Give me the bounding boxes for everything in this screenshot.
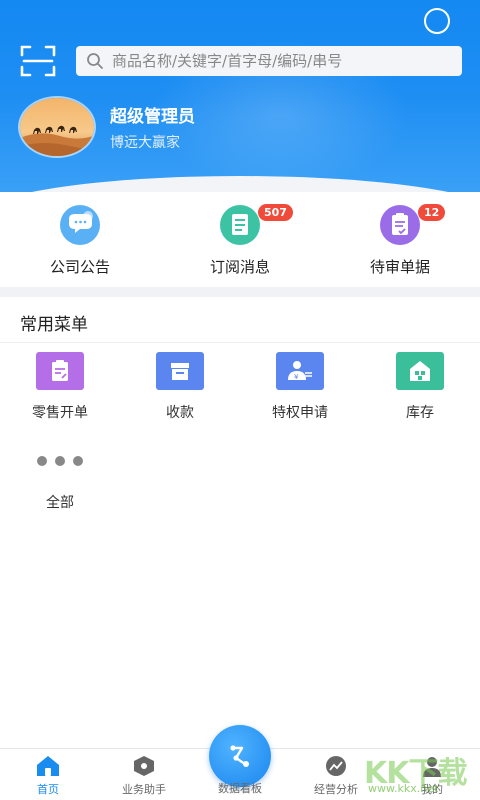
quick-item-messages[interactable]: 507 订阅消息	[170, 194, 310, 286]
nav-label-home: 首页	[37, 783, 59, 796]
quick-actions: 公司公告 507 订阅消息 12 待审单据	[0, 194, 480, 286]
nav-label-data-dashboard: 数据看板	[218, 782, 262, 795]
nav-home[interactable]: 首页	[8, 755, 88, 797]
menu-item-inventory[interactable]: 库存	[360, 352, 480, 422]
dashboard-nodes-icon	[230, 745, 249, 767]
search-input[interactable]	[112, 52, 462, 70]
quick-item-announcements[interactable]: 公司公告	[10, 194, 150, 286]
nav-label-business-analysis: 经营分析	[314, 783, 358, 796]
more-dots-icon	[37, 442, 83, 480]
svg-text:¥: ¥	[294, 373, 299, 381]
header-banner	[0, 0, 480, 192]
avatar[interactable]	[18, 96, 96, 158]
pending-count-badge: 12	[418, 204, 446, 221]
analysis-chart-icon	[326, 756, 346, 776]
quick-label-announcements: 公司公告	[49, 258, 110, 276]
quick-label-messages: 订阅消息	[209, 258, 270, 276]
nav-label-mine: 我的	[421, 783, 443, 796]
menu-item-privilege[interactable]: ¥ 特权申请	[240, 352, 360, 422]
status-circle-icon[interactable]	[424, 8, 450, 34]
nav-label-business-assistant: 业务助手	[122, 783, 166, 796]
messages-count-badge: 507	[258, 204, 293, 221]
menu-item-retail-order[interactable]: 零售开单	[0, 352, 120, 422]
home-icon	[37, 756, 59, 776]
menu-item-all[interactable]: 全部	[0, 442, 120, 512]
nav-business-assistant[interactable]: 业务助手	[104, 755, 184, 797]
quick-label-pending: 待审单据	[369, 258, 430, 276]
inventory-icon	[396, 352, 444, 390]
section-divider	[0, 287, 480, 297]
menu-label-retail-order: 零售开单	[32, 405, 88, 421]
scan-icon[interactable]	[20, 45, 56, 77]
privilege-user-icon: ¥	[276, 352, 324, 390]
nav-data-dashboard[interactable]	[209, 725, 271, 787]
tag-icon	[134, 756, 154, 776]
nav-mine[interactable]: 我的	[392, 755, 472, 797]
section-title: 常用菜单	[20, 315, 88, 335]
section-title-divider	[0, 342, 480, 343]
retail-order-icon	[36, 352, 84, 390]
user-name: 超级管理员	[110, 107, 195, 127]
user-icon	[423, 757, 441, 777]
search-bar[interactable]	[76, 46, 462, 76]
company-name: 博远大赢家	[110, 135, 180, 151]
chat-bubble-icon	[54, 204, 106, 246]
nav-business-analysis[interactable]: 经营分析	[296, 755, 376, 797]
menu-label-inventory: 库存	[406, 405, 434, 421]
quick-item-pending[interactable]: 12 待审单据	[330, 194, 470, 286]
menu-item-payment[interactable]: 收款	[120, 352, 240, 422]
payment-box-icon	[156, 352, 204, 390]
search-icon	[87, 53, 103, 69]
menu-label-privilege: 特权申请	[272, 405, 328, 421]
menu-label-payment: 收款	[166, 405, 194, 421]
menu-label-all: 全部	[46, 495, 74, 511]
